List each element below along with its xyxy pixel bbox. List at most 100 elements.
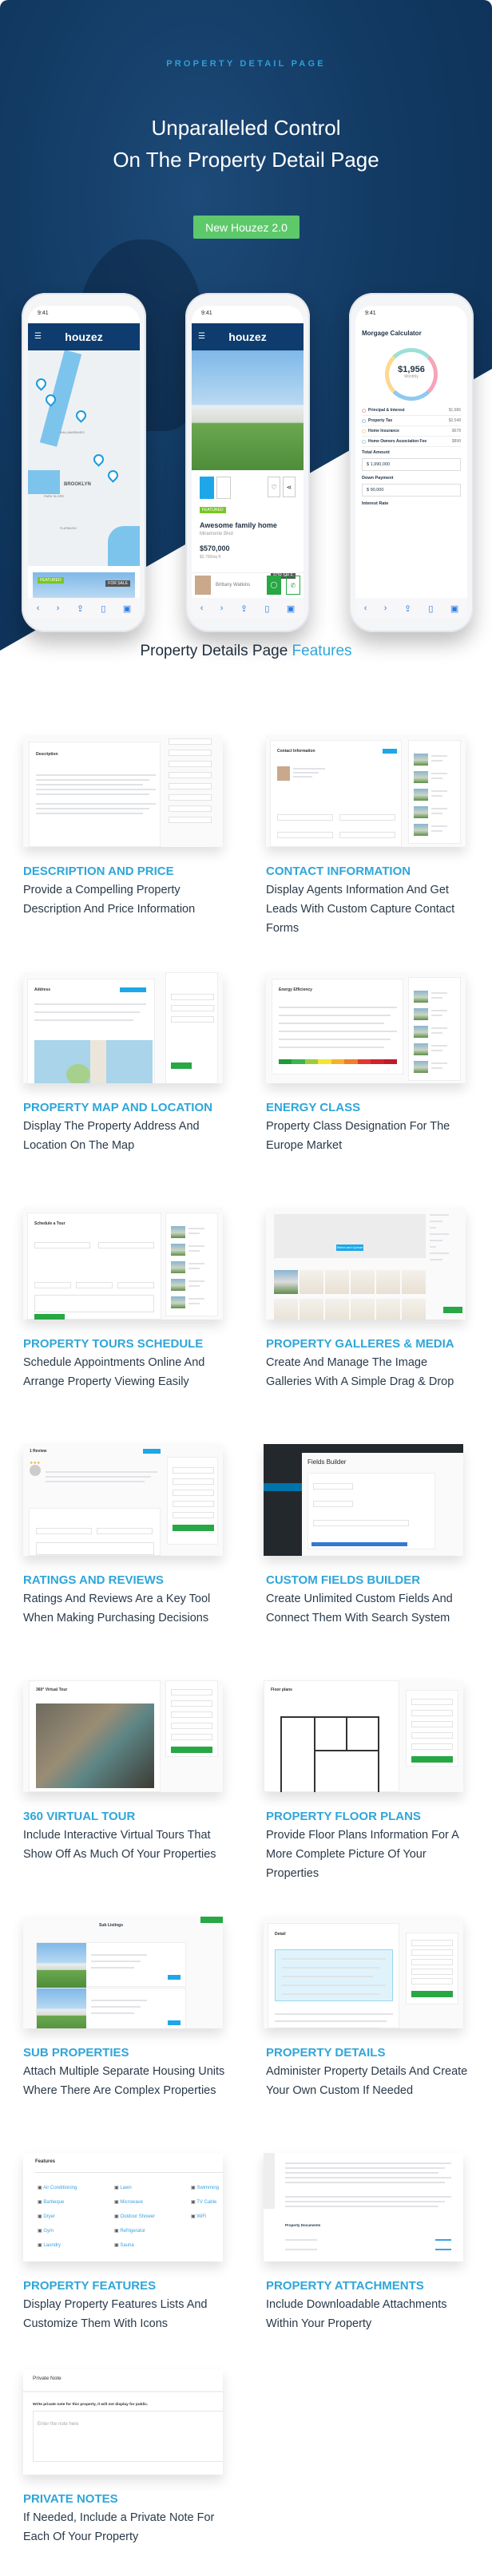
share-icon[interactable]: ⇪ bbox=[240, 603, 248, 614]
feature-screenshot: Detail bbox=[264, 1917, 463, 2028]
feature-label: Microwave bbox=[120, 2200, 144, 2205]
feature-description: Ratings And Reviews Are a Key Tool When … bbox=[23, 1593, 211, 1624]
feature-label: Sauna bbox=[120, 2243, 134, 2248]
price-per-sqft: $2,700/sq ft bbox=[200, 555, 221, 560]
feature-label: Outdoor Shower bbox=[120, 2214, 156, 2219]
feature-item: ▣ Laundry bbox=[38, 2242, 61, 2248]
map-pin-icon[interactable] bbox=[91, 452, 106, 467]
hero-headline: Unparalleled Control On The Property Det… bbox=[0, 112, 492, 176]
photo-view-icon[interactable] bbox=[200, 477, 214, 499]
screenshot-heading: Private Note bbox=[33, 2376, 62, 2381]
private-note-textarea[interactable]: Enter the note here bbox=[33, 2411, 223, 2462]
back-icon[interactable]: ‹ bbox=[364, 603, 367, 613]
mortgage-row: Principal & Interest $1,686 bbox=[362, 406, 461, 416]
tabs-icon[interactable]: ▣ bbox=[287, 603, 295, 614]
screenshot-heading: Energy Efficiency bbox=[279, 987, 312, 992]
feature-title: PROPERTY GALLERES & MEDIA bbox=[266, 1337, 454, 1351]
total-amount-input[interactable]: 1,990,000 bbox=[371, 462, 390, 467]
agent-name: Brittany Watkins bbox=[216, 582, 251, 588]
feature-description: Include Downloadable Attachments Within … bbox=[266, 2298, 447, 2330]
forward-icon[interactable]: › bbox=[384, 603, 387, 613]
app-header: ☰ houzez bbox=[28, 323, 140, 350]
bookmarks-icon[interactable]: ▯ bbox=[428, 603, 433, 614]
feature-block: Schedule a Tour PROPERTY TOURS SCHEDULE … bbox=[23, 1208, 228, 1391]
down-payment-input[interactable]: 90,000 bbox=[371, 488, 384, 493]
feature-block: Energy Efficiency ENERGY CLASS Property … bbox=[266, 972, 470, 1155]
feature-block: Address PROPERTY MAP AND LOCATION Displa… bbox=[23, 972, 228, 1155]
menu-icon[interactable]: ☰ bbox=[34, 323, 42, 350]
feature-description: Schedule Appointments Online And Arrange… bbox=[23, 1356, 205, 1388]
feature-item: ▣ Swimming bbox=[191, 2185, 219, 2190]
chat-icon[interactable]: ◯ bbox=[267, 575, 281, 595]
feature-block: 360° Virtual Tour 360 VIRTUAL TOUR Inclu… bbox=[23, 1680, 228, 1864]
bookmarks-icon[interactable]: ▯ bbox=[264, 603, 269, 614]
map-pin-icon[interactable] bbox=[73, 408, 89, 423]
feature-description: Property Class Designation For The Europ… bbox=[266, 1120, 450, 1152]
feature-description: Provide a Compelling Property Descriptio… bbox=[23, 884, 196, 916]
property-photo[interactable] bbox=[192, 350, 304, 470]
share-icon[interactable]: ⇪ bbox=[404, 603, 411, 614]
map-pin-icon[interactable] bbox=[34, 376, 49, 391]
feature-item: ▣ Barbeque bbox=[38, 2199, 64, 2205]
calculator-title: Morgage Calculator bbox=[362, 330, 422, 337]
feature-label: Air Conditioning bbox=[43, 2186, 77, 2190]
menu-icon[interactable]: ☰ bbox=[198, 323, 205, 350]
feature-title: ENERGY CLASS bbox=[266, 1101, 361, 1114]
listing-price: $570,000 bbox=[200, 544, 230, 552]
feature-title: PROPERTY FLOOR PLANS bbox=[266, 1810, 421, 1823]
tabs-icon[interactable]: ▣ bbox=[450, 603, 458, 614]
feature-description: Display Agents Information And Get Leads… bbox=[266, 884, 455, 935]
phone-icon[interactable]: ✆ bbox=[286, 575, 300, 595]
feature-screenshot: Description bbox=[23, 735, 223, 847]
feature-screenshot: Energy Efficiency bbox=[266, 972, 466, 1083]
phone-mortgage: 9:41 Morgage Calculator $1,956 Monthly P… bbox=[349, 293, 474, 632]
feature-item: ▣ Microwave bbox=[114, 2199, 143, 2205]
back-icon[interactable]: ‹ bbox=[37, 603, 40, 613]
feature-label: WiFi bbox=[196, 2214, 207, 2219]
features-heading: Property Details Page Features bbox=[0, 643, 492, 660]
feature-screenshot: Fields Builder bbox=[264, 1444, 463, 1556]
featured-badge: FEATURED bbox=[200, 507, 226, 513]
forward-icon[interactable]: › bbox=[57, 603, 60, 613]
share-icon[interactable]: ⋖ bbox=[283, 477, 296, 497]
feature-description: Provide Floor Plans Information For A Mo… bbox=[266, 1829, 458, 1880]
feature-block: Fields Builder CUSTOM FIELDS BUILDER Cre… bbox=[264, 1444, 470, 1628]
new-houzez-button[interactable]: New Houzez 2.0 bbox=[193, 216, 300, 239]
phone-listing: 9:41 ☰ houzez ♡ ⋖ FEATURED Awesome family … bbox=[185, 293, 310, 632]
map-view[interactable]: BROOKLYN WILLIAMSBURG PARK SLOPE FLATBUS… bbox=[28, 350, 140, 566]
feature-title: DESCRIPTION AND PRICE bbox=[23, 865, 174, 878]
select-upload-button[interactable]: Select and Upload bbox=[336, 1244, 363, 1251]
tabs-icon[interactable]: ▣ bbox=[123, 603, 131, 614]
feature-screenshot: 360° Virtual Tour bbox=[23, 1680, 223, 1792]
status-time: 9:41 bbox=[365, 311, 376, 316]
forward-icon[interactable]: › bbox=[220, 603, 224, 613]
screenshot-heading: Fields Builder bbox=[308, 1458, 347, 1466]
back-icon[interactable]: ‹ bbox=[200, 603, 204, 613]
map-view-icon[interactable] bbox=[216, 477, 231, 499]
feature-item: ▣ WiFi bbox=[191, 2214, 206, 2219]
feature-screenshot: Property Documents bbox=[264, 2153, 463, 2261]
map-pin-icon[interactable] bbox=[105, 468, 121, 483]
feature-title: PROPERTY DETAILS bbox=[266, 2046, 386, 2060]
screenshot-heading: Detail bbox=[275, 1932, 286, 1937]
phone-map: 9:41 ☰ houzez BROOKLYN WILLIAMSBURG PARK … bbox=[22, 293, 146, 632]
feature-icon: ▣ bbox=[38, 2229, 42, 2234]
share-icon[interactable]: ⇪ bbox=[77, 603, 84, 614]
feature-icon: ▣ bbox=[114, 2186, 119, 2190]
down-payment-label: Down Payment bbox=[362, 476, 394, 481]
payment-donut-chart: $1,956 Monthly bbox=[385, 348, 438, 401]
feature-block: Property Documents PROPERTY ATTACHMENTS … bbox=[264, 2153, 470, 2333]
currency-symbol: $ bbox=[367, 462, 370, 467]
feature-label: Laundry bbox=[43, 2243, 62, 2248]
feature-block: Floor plans PROPERTY FLOOR PLANS Provide… bbox=[264, 1680, 470, 1883]
legend-dot-icon bbox=[362, 408, 366, 413]
feature-description: Create And Manage The Image Galleries Wi… bbox=[266, 1356, 454, 1388]
favorite-icon[interactable]: ♡ bbox=[268, 477, 280, 497]
feature-description: Attach Multiple Separate Housing Units W… bbox=[23, 2065, 225, 2097]
feature-title: SUB PROPERTIES bbox=[23, 2046, 129, 2060]
heading-text: Property Details Page bbox=[140, 643, 292, 659]
feature-icon: ▣ bbox=[114, 2214, 119, 2219]
feature-label: Barbeque bbox=[43, 2200, 65, 2205]
row-label: Home Owners Association Fee bbox=[368, 439, 427, 444]
bookmarks-icon[interactable]: ▯ bbox=[101, 603, 105, 614]
